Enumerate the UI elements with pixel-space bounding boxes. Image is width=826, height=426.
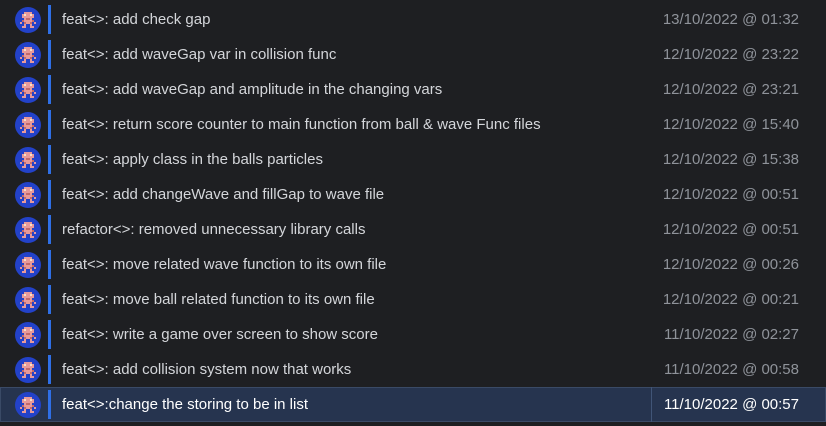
commit-row-selected[interactable]: feat<>:change the storing to be in list …: [0, 387, 826, 422]
commit-row[interactable]: refactor<>: removed unnecessary library …: [0, 212, 826, 247]
branch-graph-line: [48, 145, 51, 174]
commit-message: feat<>: add changeWave and fillGap to wa…: [62, 186, 385, 203]
commit-message: feat<>: move ball related function to it…: [62, 291, 375, 308]
commit-date: 12/10/2022 @ 23:21: [662, 81, 799, 98]
pixel-avatar-icon: [15, 112, 41, 138]
commit-row[interactable]: feat<>: return score counter to main fun…: [0, 107, 826, 142]
commit-date: 12/10/2022 @ 00:26: [662, 256, 799, 273]
commit-row[interactable]: feat<>: add changeWave and fillGap to wa…: [0, 177, 826, 212]
commit-list: feat<>: add check gap 13/10/2022 @ 01:32…: [0, 2, 826, 422]
commit-row[interactable]: feat<>: add waveGap and amplitude in the…: [0, 72, 826, 107]
pixel-avatar-icon: [15, 392, 41, 418]
commit-date: 12/10/2022 @ 00:51: [662, 221, 799, 238]
commit-date: 13/10/2022 @ 01:32: [662, 11, 799, 28]
branch-graph-line: [48, 180, 51, 209]
commit-date: 12/10/2022 @ 23:22: [662, 46, 799, 63]
commit-message: feat<>: add collision system now that wo…: [62, 361, 352, 378]
pixel-avatar-icon: [15, 7, 41, 33]
commit-date: 12/10/2022 @ 00:21: [662, 291, 799, 308]
branch-graph-line: [48, 355, 51, 384]
commit-row[interactable]: feat<>: move ball related function to it…: [0, 282, 826, 317]
commit-date: 11/10/2022 @ 02:27: [663, 326, 799, 343]
commit-message: feat<>: return score counter to main fun…: [62, 116, 541, 133]
pixel-avatar-icon: [15, 357, 41, 383]
pixel-avatar-icon: [15, 287, 41, 313]
commit-date: 11/10/2022 @ 00:58: [663, 361, 799, 378]
column-divider: [651, 387, 652, 422]
commit-message: feat<>: add waveGap and amplitude in the…: [62, 81, 443, 98]
pixel-avatar-icon: [15, 182, 41, 208]
commit-message: feat<>: move related wave function to it…: [62, 256, 387, 273]
commit-row[interactable]: feat<>: add collision system now that wo…: [0, 352, 826, 387]
branch-graph-line: [48, 285, 51, 314]
commit-row[interactable]: feat<>: move related wave function to it…: [0, 247, 826, 282]
commit-message: feat<>: write a game over screen to show…: [62, 326, 378, 343]
commit-date: 12/10/2022 @ 15:38: [662, 151, 799, 168]
branch-graph-line: [48, 110, 51, 139]
branch-graph-line: [48, 320, 51, 349]
commit-message: feat<>: add waveGap var in collision fun…: [62, 46, 337, 63]
commit-row[interactable]: feat<>: apply class in the balls particl…: [0, 142, 826, 177]
pixel-avatar-icon: [15, 217, 41, 243]
commit-row[interactable]: feat<>: write a game over screen to show…: [0, 317, 826, 352]
commit-date: 11/10/2022 @ 00:57: [663, 396, 799, 413]
commit-date: 12/10/2022 @ 15:40: [662, 116, 799, 133]
commit-message: feat<>:change the storing to be in list: [62, 396, 308, 413]
branch-graph-line: [48, 250, 51, 279]
pixel-avatar-icon: [15, 322, 41, 348]
branch-graph-line: [48, 390, 51, 419]
commit-row[interactable]: feat<>: add check gap 13/10/2022 @ 01:32: [0, 2, 826, 37]
commit-message: feat<>: apply class in the balls particl…: [62, 151, 323, 168]
branch-graph-line: [48, 5, 51, 34]
pixel-avatar-icon: [15, 77, 41, 103]
branch-graph-line: [48, 75, 51, 104]
commit-row[interactable]: feat<>: add waveGap var in collision fun…: [0, 37, 826, 72]
pixel-avatar-icon: [15, 252, 41, 278]
commit-date: 12/10/2022 @ 00:51: [662, 186, 799, 203]
branch-graph-line: [48, 40, 51, 69]
commit-message: refactor<>: removed unnecessary library …: [62, 221, 366, 238]
pixel-avatar-icon: [15, 42, 41, 68]
branch-graph-line: [48, 215, 51, 244]
pixel-avatar-icon: [15, 147, 41, 173]
commit-message: feat<>: add check gap: [62, 11, 211, 28]
